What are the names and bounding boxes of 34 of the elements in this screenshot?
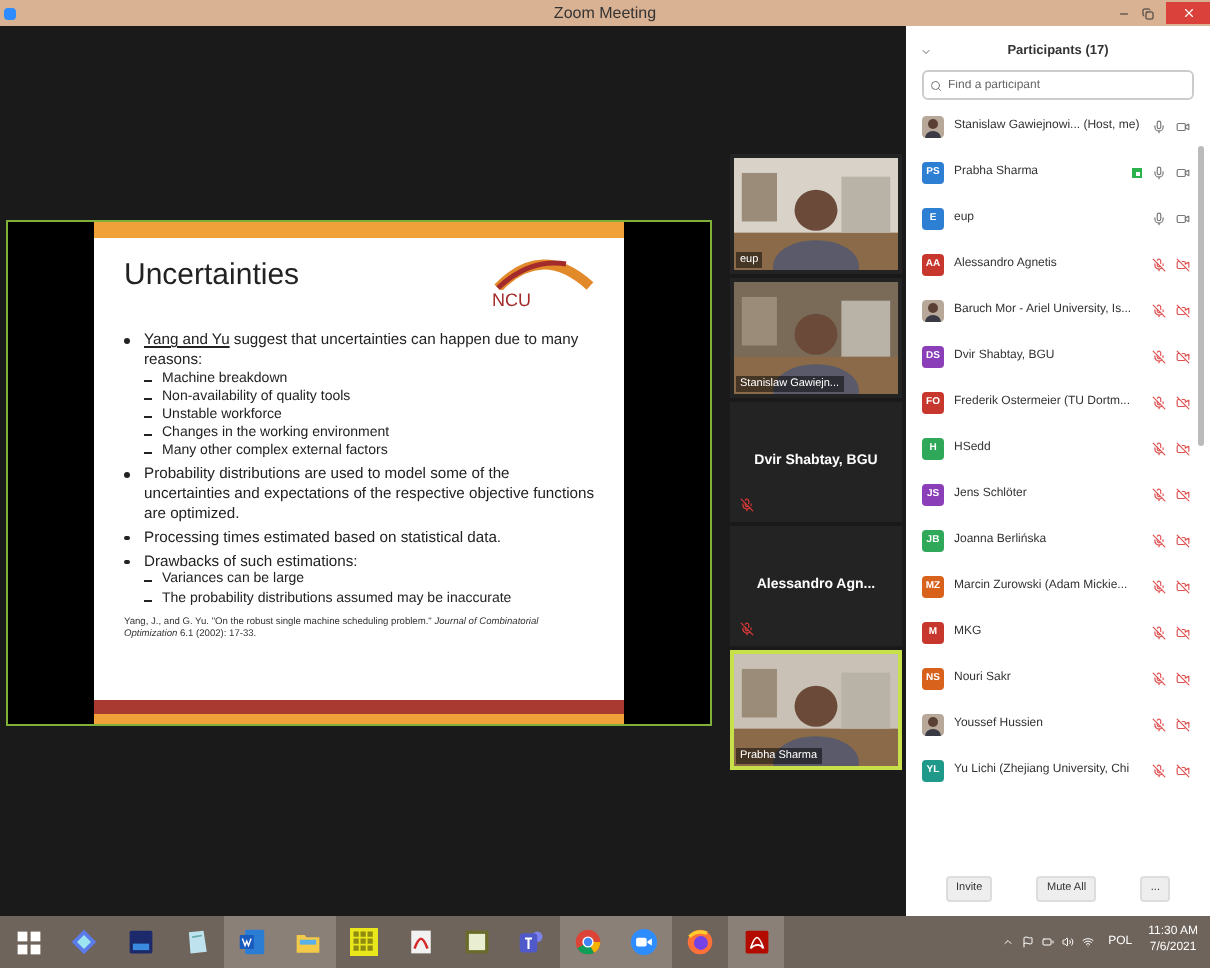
university-logo: NCU [492,292,531,310]
avatar-photo [922,714,944,736]
battery-icon[interactable] [1042,936,1055,948]
scrollbar[interactable] [1198,146,1204,446]
window-title: Zoom Meeting [553,5,657,21]
bullet-icon [124,472,129,478]
dash-icon [144,599,152,601]
bullet-icon [124,535,129,541]
tray-expand-icon[interactable] [1002,936,1015,948]
dash-icon [144,397,152,400]
dash-icon [144,434,152,436]
dash-icon [144,415,152,418]
network-icon[interactable] [1082,936,1095,948]
collapse-icon[interactable] [920,45,932,57]
folder-icon[interactable] [280,916,336,968]
pdf-reader-icon[interactable] [728,916,784,968]
arch-logo-icon [490,254,594,290]
bullet-icon [124,559,129,565]
video-camera-app-icon[interactable] [616,916,672,968]
flag-icon[interactable] [1022,936,1035,948]
browser-icon[interactable] [560,916,616,968]
dash-icon [144,379,152,382]
avatar-photo [922,300,944,322]
dash-icon [144,580,152,583]
avatar-photo [922,116,944,138]
zoom-app-icon [4,7,16,19]
dash-icon [144,452,152,454]
search-icon [930,79,942,91]
close-icon [1181,6,1195,20]
restore-icon[interactable] [1142,7,1154,19]
slide-title: Uncertainties [124,260,300,290]
minimize-icon[interactable] [1118,7,1130,19]
speaker-icon[interactable] [1062,936,1075,948]
bullet-icon [124,338,129,343]
